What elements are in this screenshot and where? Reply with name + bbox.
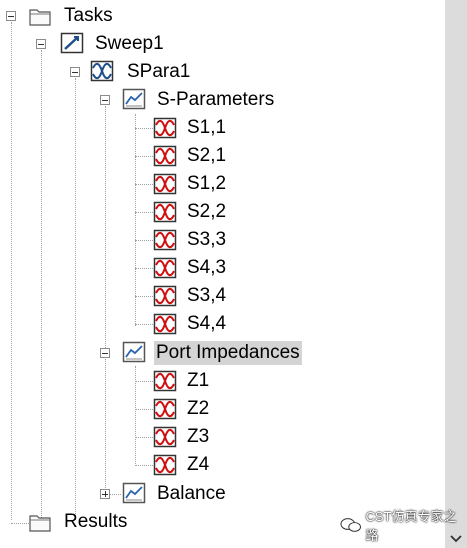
tree-line	[109, 494, 121, 495]
curve-icon	[153, 229, 177, 251]
tree-line	[135, 381, 153, 382]
tree-line	[11, 523, 29, 524]
tree-line	[105, 106, 106, 492]
curve-icon	[153, 117, 177, 139]
tree-node-balance[interactable]: Balance	[155, 482, 228, 506]
folder-icon	[29, 9, 51, 26]
expand-toggle[interactable]	[100, 489, 110, 499]
curve-icon	[153, 285, 177, 307]
tree-line	[135, 409, 153, 410]
tree-node-results[interactable]: Results	[62, 510, 129, 534]
curve-icon	[153, 173, 177, 195]
tree-line	[135, 156, 153, 157]
tree-line	[135, 184, 153, 185]
tree-leaf[interactable]: S4,4	[185, 312, 228, 336]
tree-line	[41, 50, 42, 522]
sweep-icon	[60, 32, 84, 54]
tree-leaf[interactable]: S4,3	[185, 256, 228, 280]
tree-line	[135, 437, 153, 438]
tree-leaf[interactable]: S2,2	[185, 200, 228, 224]
watermark: CST仿真专家之路	[340, 509, 467, 543]
tree-line	[11, 22, 12, 520]
curve-icon	[153, 145, 177, 167]
tree-line	[135, 240, 153, 241]
collapse-toggle[interactable]	[100, 95, 110, 105]
tree-line	[135, 268, 153, 269]
tree-line	[135, 465, 153, 466]
tree-leaf[interactable]: Z2	[185, 397, 211, 421]
chart-folder-icon	[122, 482, 146, 504]
tree-leaf[interactable]: Z3	[185, 425, 211, 449]
tree-line	[135, 114, 136, 326]
tree-leaf[interactable]: S1,2	[185, 172, 228, 196]
folder-icon	[29, 515, 51, 532]
curve-icon	[153, 426, 177, 448]
tree-node-sweep[interactable]: Sweep1	[93, 32, 166, 56]
tree-leaf[interactable]: S2,1	[185, 144, 228, 168]
curve-icon	[153, 257, 177, 279]
chart-folder-icon	[122, 88, 146, 110]
collapse-toggle[interactable]	[6, 11, 16, 21]
project-tree[interactable]: Tasks Sweep1 SPara1 S-Parameters S1,1 S2,…	[0, 0, 445, 548]
collapse-toggle[interactable]	[36, 39, 46, 49]
curve-icon	[153, 454, 177, 476]
tree-line	[135, 296, 153, 297]
tree-leaf[interactable]: Z4	[185, 453, 211, 477]
wechat-icon	[340, 518, 361, 532]
spara-icon	[90, 60, 114, 82]
curve-icon	[153, 313, 177, 335]
tree-node-s-parameters[interactable]: S-Parameters	[155, 88, 276, 112]
tree-node-port-impedances[interactable]: Port Impedances	[154, 341, 302, 365]
curve-icon	[153, 370, 177, 392]
tree-line	[135, 212, 153, 213]
collapse-toggle[interactable]	[70, 67, 80, 77]
tree-line	[75, 78, 76, 520]
curve-icon	[153, 201, 177, 223]
tree-line	[135, 324, 153, 325]
tree-leaf[interactable]: S3,4	[185, 284, 228, 308]
tree-leaf[interactable]: Z1	[185, 369, 211, 393]
tree-node-spara[interactable]: SPara1	[125, 60, 192, 84]
tree-leaf[interactable]: S3,3	[185, 228, 228, 252]
tree-node-tasks[interactable]: Tasks	[62, 4, 115, 28]
watermark-text: CST仿真专家之路	[365, 509, 457, 543]
tree-line	[135, 128, 153, 129]
vertical-scrollbar[interactable]	[445, 0, 467, 548]
chart-folder-icon	[122, 341, 146, 363]
collapse-toggle[interactable]	[100, 348, 110, 358]
curve-icon	[153, 398, 177, 420]
tree-leaf[interactable]: S1,1	[185, 116, 228, 140]
